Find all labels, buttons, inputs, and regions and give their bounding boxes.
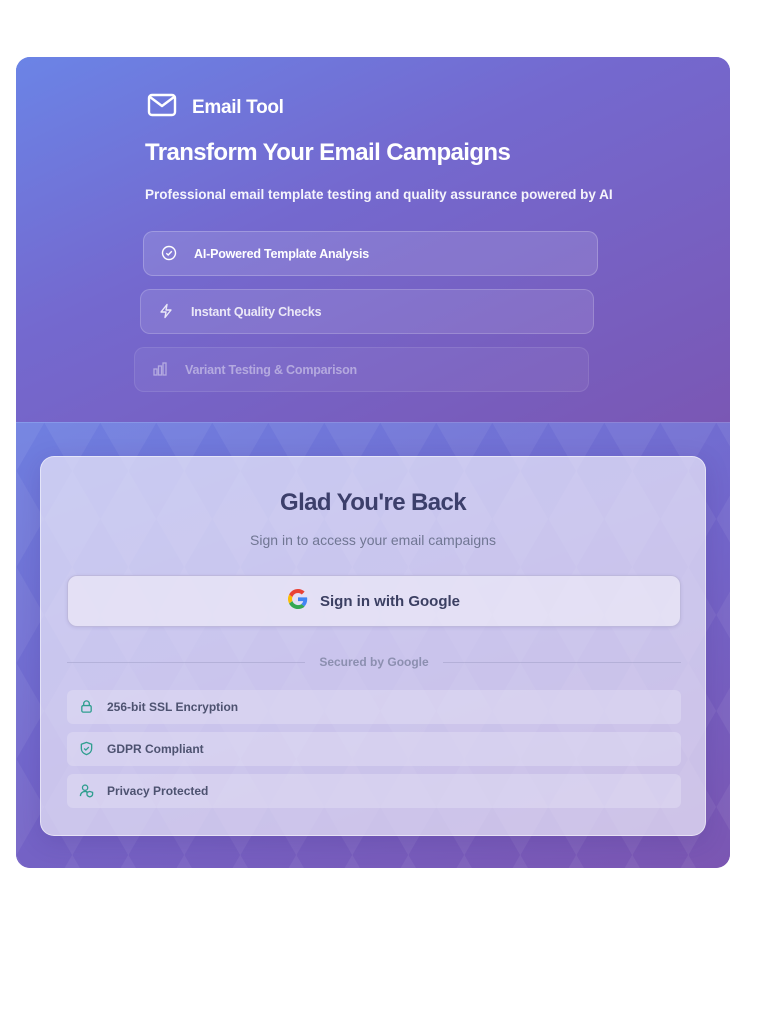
divider-line — [67, 661, 306, 663]
feature-template-analysis: AI-Powered Template Analysis — [143, 231, 598, 276]
feature-label: Instant Quality Checks — [191, 304, 322, 319]
hero-section: Email Tool Transform Your Email Campaign… — [16, 57, 730, 423]
hero-title: Transform Your Email Campaigns — [145, 139, 511, 166]
login-card: Glad You're Back Sign in to access your … — [40, 456, 706, 836]
google-signin-label: Sign in with Google — [320, 592, 460, 610]
login-title: Glad You're Back — [280, 489, 467, 516]
brand-name: Email Tool — [192, 96, 284, 118]
security-item-ssl: 256-bit SSL Encryption — [67, 690, 681, 724]
divider-label: Secured by Google — [319, 655, 429, 669]
user-shield-icon — [79, 783, 95, 799]
google-signin-button[interactable]: Sign in with Google — [67, 575, 681, 627]
shield-check-icon — [79, 741, 95, 757]
security-label: Privacy Protected — [107, 784, 209, 798]
mail-icon — [146, 91, 178, 124]
feature-label: Variant Testing & Comparison — [185, 362, 357, 377]
lock-icon — [79, 699, 95, 715]
security-label: GDPR Compliant — [107, 742, 204, 756]
hero-subtitle: Professional email template testing and … — [145, 187, 613, 202]
google-icon — [288, 589, 308, 613]
lightning-icon — [158, 303, 176, 321]
bar-chart-icon — [152, 361, 170, 379]
divider-line — [442, 661, 682, 663]
security-label: 256-bit SSL Encryption — [107, 700, 239, 714]
feature-label: AI-Powered Template Analysis — [194, 246, 370, 261]
login-subtitle: Sign in to access your email campaigns — [250, 532, 496, 548]
security-item-gdpr: GDPR Compliant — [67, 732, 681, 766]
brand: Email Tool — [146, 91, 284, 124]
divider: Secured by Google — [67, 652, 682, 672]
feature-quality-checks: Instant Quality Checks — [140, 289, 594, 334]
feature-variant-testing: Variant Testing & Comparison — [134, 347, 589, 392]
security-item-privacy: Privacy Protected — [67, 774, 681, 808]
app-frame: Email Tool Transform Your Email Campaign… — [16, 57, 730, 868]
check-circle-icon — [161, 245, 179, 263]
